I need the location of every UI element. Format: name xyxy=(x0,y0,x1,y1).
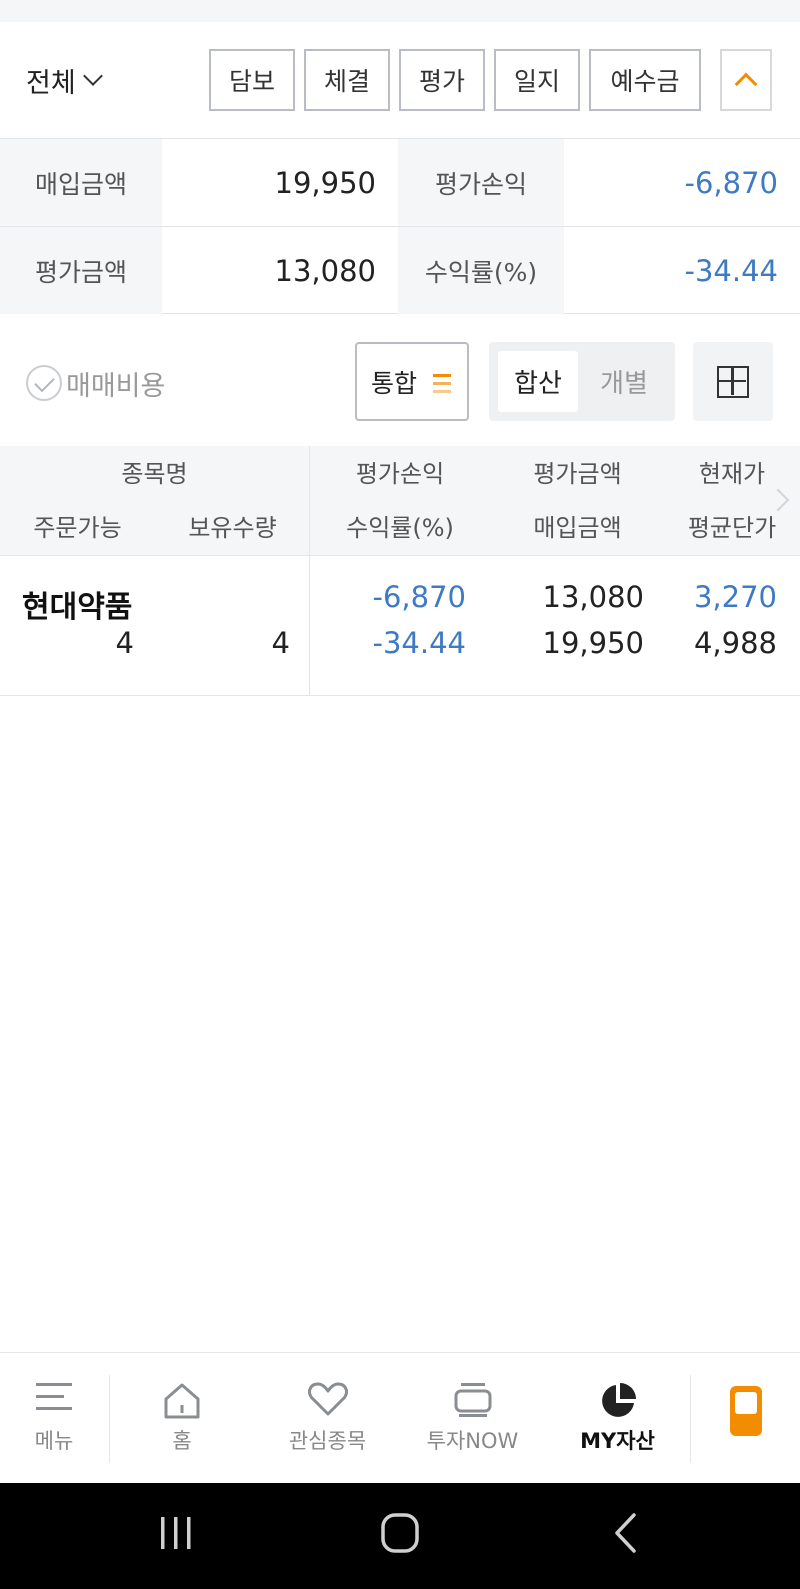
options-row: 매매비용 통합 합산 개별 xyxy=(0,314,800,446)
expand-view-button[interactable] xyxy=(693,342,773,421)
check-circle-icon xyxy=(26,365,62,401)
segment-combined[interactable]: 합산 xyxy=(498,351,578,412)
nav-my-assets[interactable]: MY자산 xyxy=(545,1353,690,1484)
header-current-price: 현재가 xyxy=(698,460,766,488)
trading-fee-checkbox[interactable]: 매매비용 xyxy=(26,364,165,402)
list-lines-icon xyxy=(433,374,451,394)
nav-invest-now[interactable]: 투자NOW xyxy=(400,1353,545,1484)
nav-invest-now-label: 투자NOW xyxy=(426,1429,519,1453)
return-rate-value: -34.44 xyxy=(684,253,779,288)
header-avg-price: 평균단가 xyxy=(687,514,777,542)
tab-evaluation[interactable]: 평가 xyxy=(399,49,485,111)
tab-collateral[interactable]: 담보 xyxy=(209,49,295,111)
return-rate-label: 수익률(%) xyxy=(398,227,564,314)
tab-executions[interactable]: 체결 xyxy=(304,49,390,111)
table-row[interactable]: 현대약품 4 4 -6,870 -34.44 13,080 19,950 3,2… xyxy=(0,556,800,696)
current-price: 3,270 xyxy=(693,580,777,614)
stock-name: 현대약품 xyxy=(22,590,133,625)
header-eval-amount: 평가금액 xyxy=(533,460,622,488)
holdings-header: 종목명 주문가능 보유수량 평가손익 수익률(%) 평가금액 매입금액 현재가 … xyxy=(0,446,800,556)
nav-my-assets-label: MY자산 xyxy=(580,1429,655,1453)
summary-row: 매입금액 19,950 평가손익 -6,870 xyxy=(0,139,800,227)
back-icon[interactable] xyxy=(610,1511,640,1555)
filter-row: 전체 담보 체결 평가 일지 예수금 xyxy=(0,22,800,138)
home-icon xyxy=(164,1383,200,1419)
purchase-amount-label: 매입금액 xyxy=(0,139,162,226)
plus-box-icon xyxy=(717,365,749,398)
top-strip xyxy=(0,0,800,22)
trading-fee-label: 매매비용 xyxy=(66,370,166,402)
summary-table: 매입금액 19,950 평가손익 -6,870 평가금액 13,080 수익률(… xyxy=(0,138,800,314)
chevron-up-icon xyxy=(734,72,758,96)
sum-mode-segment: 합산 개별 xyxy=(489,342,675,421)
pie-chart-icon xyxy=(601,1383,636,1417)
purchase-amount: 19,950 xyxy=(542,626,644,660)
nav-home-label: 홈 xyxy=(172,1429,192,1453)
eval-pl-value: -6,870 xyxy=(684,165,779,200)
header-return-rate: 수익률(%) xyxy=(346,514,454,542)
merge-account-button[interactable]: 통합 xyxy=(355,342,469,421)
account-select[interactable]: 전체 xyxy=(26,62,103,99)
eval-pl: -6,870 xyxy=(372,580,467,614)
eval-amount-value: 13,080 xyxy=(274,253,376,288)
orderable-qty: 4 xyxy=(115,626,134,660)
tab-journal[interactable]: 일지 xyxy=(494,49,580,111)
segment-individual[interactable]: 개별 xyxy=(584,351,664,412)
account-select-label: 전체 xyxy=(26,67,76,99)
eval-amount: 13,080 xyxy=(542,580,644,614)
tv-icon xyxy=(454,1383,491,1417)
merge-account-label: 통합 xyxy=(371,368,418,398)
tab-deposit[interactable]: 예수금 xyxy=(589,49,701,111)
purchase-amount-value: 19,950 xyxy=(274,165,376,200)
heart-icon xyxy=(307,1382,348,1416)
nav-divider xyxy=(109,1375,110,1463)
header-orderable: 주문가능 xyxy=(33,514,122,542)
return-rate: -34.44 xyxy=(372,626,467,660)
nav-divider xyxy=(690,1375,691,1463)
nav-phone-order[interactable] xyxy=(692,1353,800,1484)
avg-price: 4,988 xyxy=(693,626,777,660)
summary-row: 평가금액 13,080 수익률(%) -34.44 xyxy=(0,227,800,314)
phone-icon xyxy=(730,1386,762,1436)
hamburger-icon xyxy=(36,1383,72,1410)
nav-watchlist[interactable]: 관심종목 xyxy=(255,1353,400,1484)
nav-home[interactable]: 홈 xyxy=(112,1353,252,1484)
header-eval-pl: 평가손익 xyxy=(355,460,445,488)
recent-apps-icon[interactable] xyxy=(158,1513,194,1553)
nav-watchlist-label: 관심종목 xyxy=(288,1429,367,1453)
eval-pl-label: 평가손익 xyxy=(398,139,564,226)
header-purchase-amount: 매입금액 xyxy=(533,514,622,542)
nav-menu[interactable]: 메뉴 xyxy=(0,1353,108,1484)
nav-menu-label: 메뉴 xyxy=(34,1429,74,1453)
collapse-button[interactable] xyxy=(720,49,772,111)
bottom-nav: 메뉴 홈 관심종목 투자NOW MY자산 xyxy=(0,1352,800,1483)
system-nav-bar xyxy=(0,1483,800,1589)
home-circle-icon[interactable] xyxy=(380,1511,420,1555)
chevron-down-icon xyxy=(82,66,103,86)
eval-amount-label: 평가금액 xyxy=(0,227,162,314)
header-quantity: 보유수량 xyxy=(188,514,277,542)
holding-qty: 4 xyxy=(271,626,290,660)
header-stock-name: 종목명 xyxy=(121,460,188,488)
